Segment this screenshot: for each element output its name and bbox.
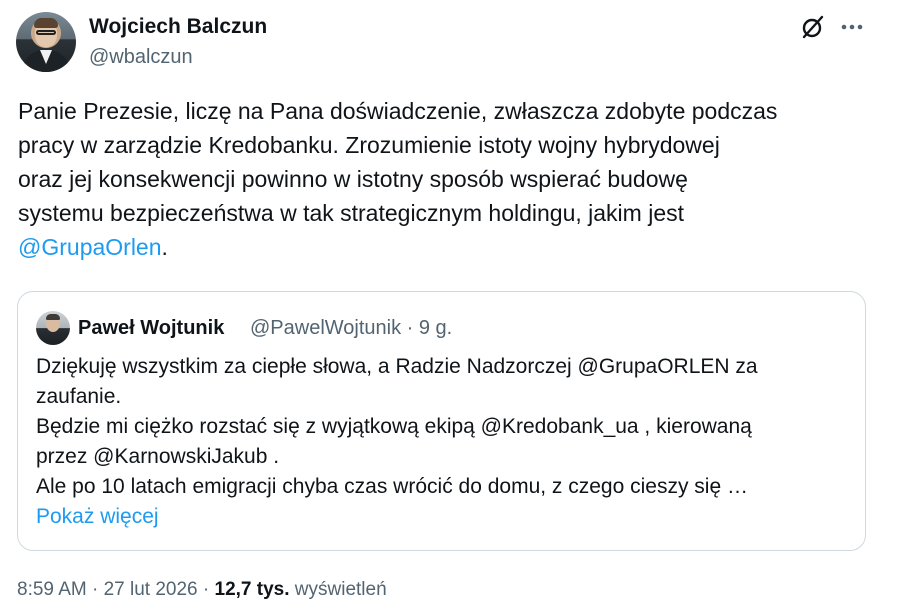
show-more-link[interactable]: Pokaż więcej (36, 502, 856, 532)
mention-link[interactable]: @GrupaOrlen (18, 234, 162, 260)
quote-author-avatar[interactable] (36, 311, 70, 345)
views-label: wyświetleń (289, 579, 387, 600)
tweet-meta: 8:59 AM · 27 lut 2026 · 12,7 tys. wyświe… (17, 578, 387, 602)
grok-icon[interactable] (798, 12, 828, 42)
quote-author-handle-time[interactable]: @PawelWojtunik · 9 g. (250, 316, 452, 340)
tweet-text-line: Panie Prezesie, liczę na Pana doświadcze… (18, 98, 778, 124)
author-display-name[interactable]: Wojciech Balczun (89, 14, 267, 40)
tweet-text: Panie Prezesie, liczę na Pana doświadcze… (18, 94, 878, 264)
quote-text-line: Będzie mi ciężko rozstać się z wyjątkową… (36, 415, 752, 438)
quote-author-display-name[interactable]: Paweł Wojtunik (78, 316, 224, 340)
more-horizontal-icon[interactable] (836, 12, 868, 42)
tweet-text-line: oraz jej konsekwencji powinno w istotny … (18, 166, 688, 192)
quote-text-line: Dziękuję wszystkim za ciepłe słowa, a Ra… (36, 355, 758, 378)
tweet-text-last-line: @GrupaOrlen. (18, 230, 878, 264)
quote-text: Dziękuję wszystkim za ciepłe słowa, a Ra… (36, 352, 856, 532)
quote-text-line: zaufanie. (36, 385, 122, 408)
tweet-text-line: pracy w zarządzie Kredobanku. Zrozumieni… (18, 132, 720, 158)
views-count: 12,7 tys. (214, 579, 290, 600)
quoted-tweet[interactable]: Paweł Wojtunik @PawelWojtunik · 9 g. Dzi… (17, 291, 866, 551)
tweet-text-suffix: . (161, 234, 168, 260)
author-handle[interactable]: @wbalczun (89, 45, 193, 69)
quote-text-line: przez @KarnowskiJakub . (36, 445, 280, 468)
quote-text-line: Ale po 10 latach emigracji chyba czas wr… (36, 475, 748, 498)
timestamp[interactable]: 8:59 AM · 27 lut 2026 · (17, 579, 215, 600)
author-avatar[interactable] (16, 12, 76, 72)
tweet-text-line: systemu bezpieczeństwa w tak strategiczn… (18, 200, 685, 226)
tweet: Wojciech Balczun @wbalczun Panie Prezesi… (0, 0, 904, 610)
